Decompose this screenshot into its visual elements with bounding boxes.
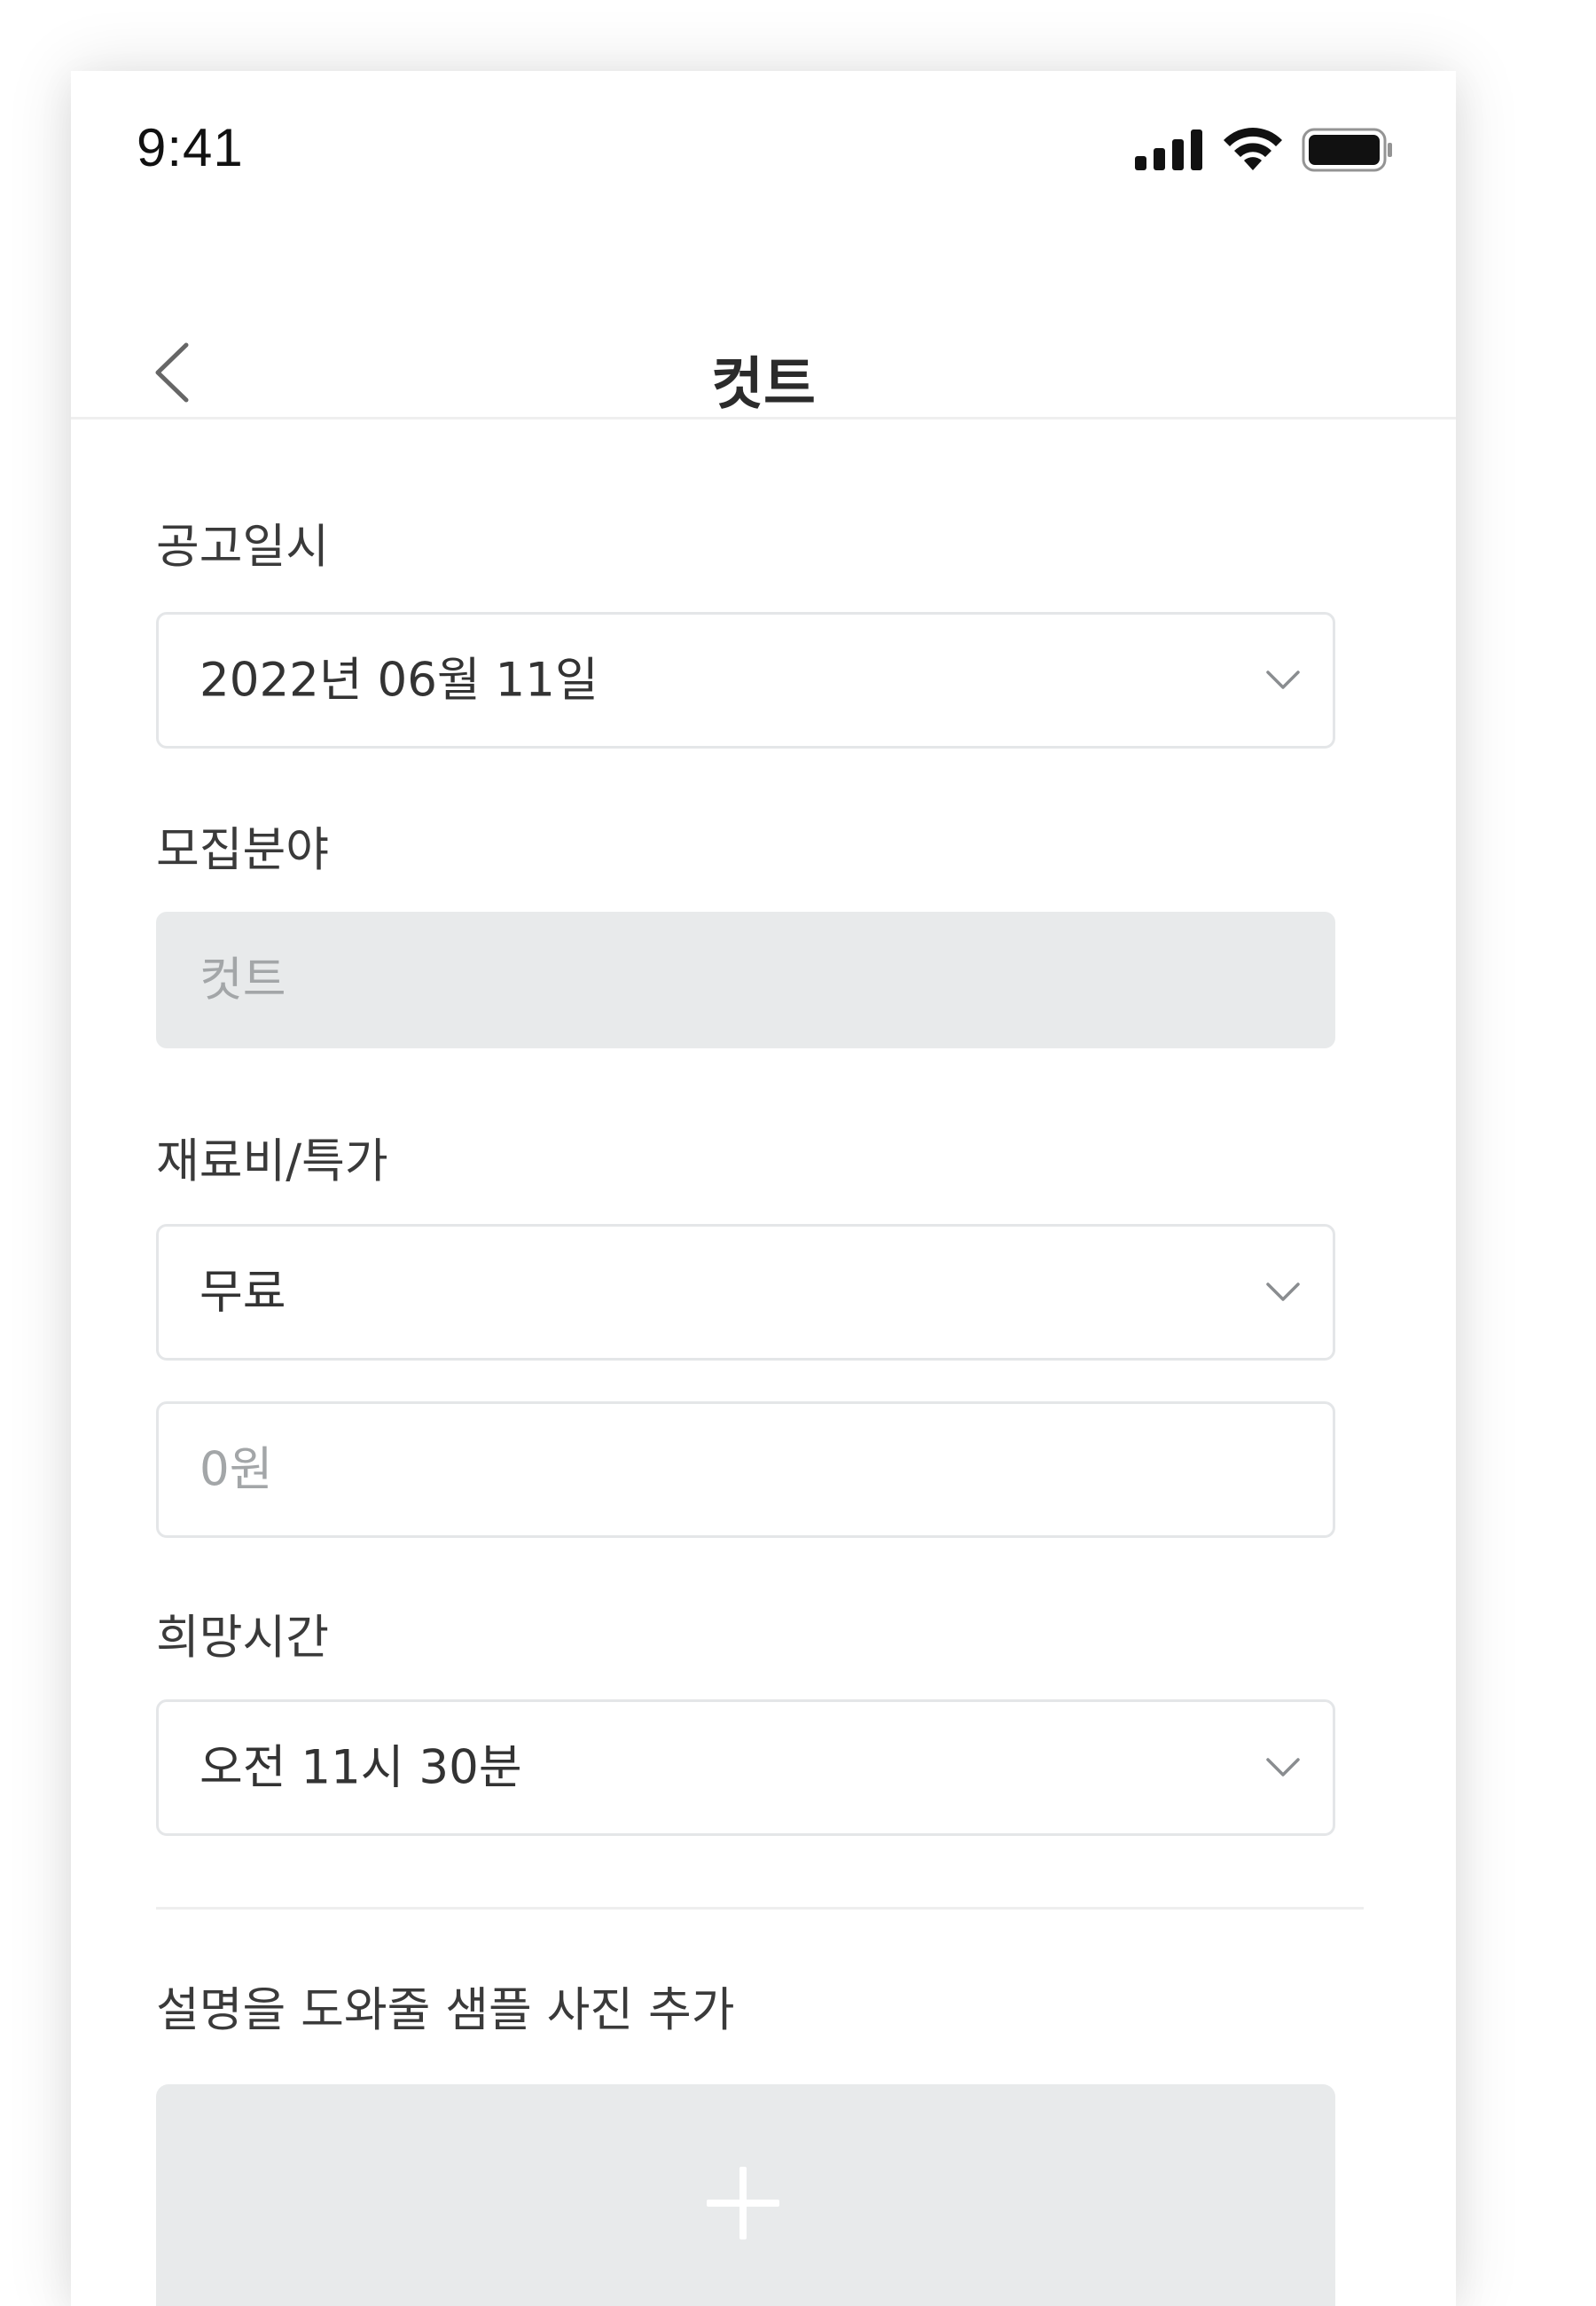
preferred-time-value: 오전 11시 30분 [200,1740,522,1795]
chevron-down-icon [1266,671,1300,689]
recruit-field-input: 컷트 [156,912,1335,1048]
material-cost-select[interactable]: 무료 [156,1224,1335,1361]
add-photo-button[interactable] [156,2084,1335,2306]
status-bar: 9:41 [71,71,1456,222]
recruit-field-value: 컷트 [200,953,286,1008]
preferred-time-label: 희망시간 [156,1611,330,1665]
material-cost-label: 재료비/특가 [156,1134,388,1188]
plus-icon [707,2167,779,2239]
announce-date-select[interactable]: 2022년 06월 11일 [156,612,1335,749]
battery-icon [1302,128,1392,172]
announce-date-value: 2022년 06월 11일 [200,653,598,708]
app-screen: 9:41 컷트 공고일시 2022년 06월 11일 모집분야 컷트 재료비/특… [71,71,1456,2306]
signal-icon [1135,129,1202,170]
recruit-field-label: 모집분야 [156,823,330,877]
announce-date-label: 공고일시 [156,520,330,574]
preferred-time-select[interactable]: 오전 11시 30분 [156,1699,1335,1836]
nav-header: 컷트 [71,310,1456,488]
material-cost-value: 무료 [200,1265,286,1320]
chevron-down-icon [1266,1282,1300,1301]
chevron-down-icon [1266,1758,1300,1777]
header-divider [71,417,1456,420]
material-cost-amount-placeholder: 0원 [200,1442,273,1497]
wifi-icon [1224,128,1282,170]
status-icons [1135,126,1392,172]
section-divider [156,1907,1364,1910]
sample-photo-label: 설명을 도와줄 샘플 사진 추가 [156,1983,735,2037]
page-title: 컷트 [711,352,816,418]
material-cost-amount-input[interactable]: 0원 [156,1401,1335,1538]
status-time: 9:41 [137,118,244,177]
